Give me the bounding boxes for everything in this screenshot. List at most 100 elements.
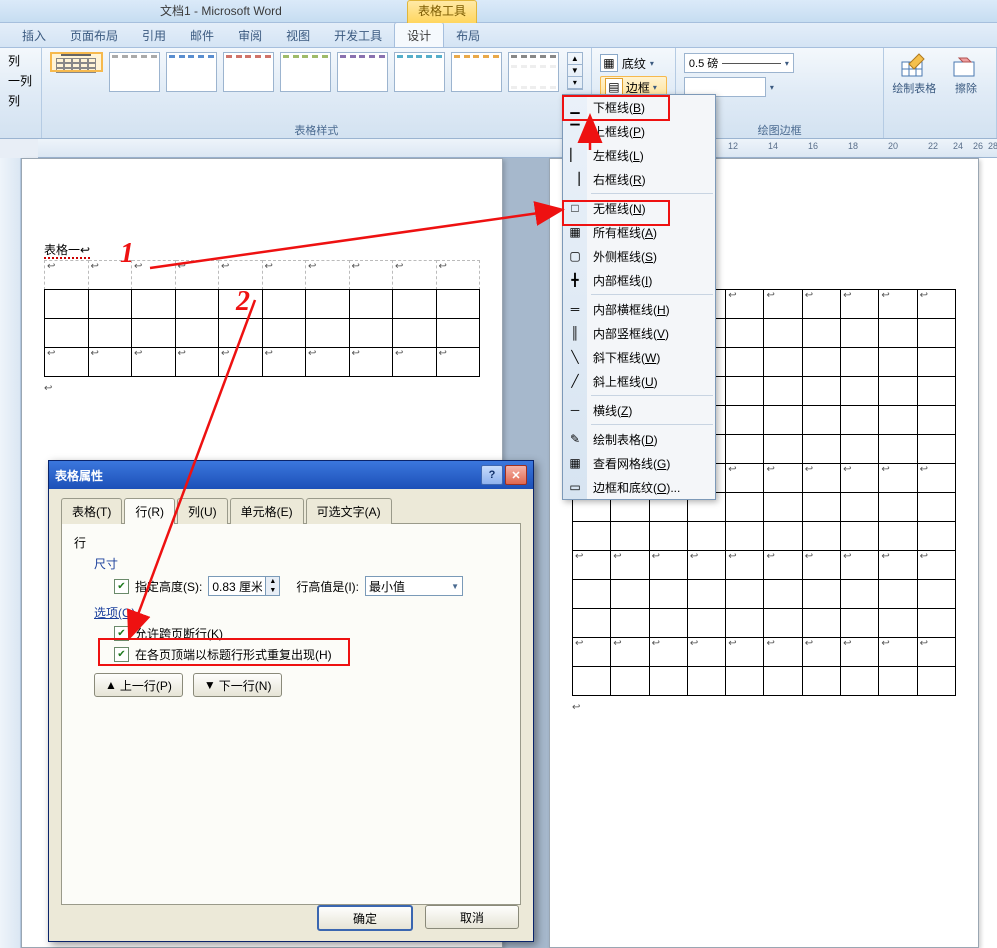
paragraph-mark: ↩ — [572, 702, 956, 713]
border-left-icon: ▏ — [567, 147, 583, 163]
height-is-label: 行高值是(I): — [296, 578, 359, 595]
ribbon-tab-strip: 插入 页面布局 引用 邮件 审阅 视图 开发工具 设计 布局 — [0, 23, 997, 48]
ribbon-tab-pagelayout[interactable]: 页面布局 — [58, 23, 130, 47]
shading-icon: ▦ — [600, 54, 618, 72]
border-top-icon: ▔ — [567, 123, 583, 139]
ok-button[interactable]: 确定 — [317, 905, 413, 931]
table-style-thumb[interactable] — [166, 52, 217, 92]
next-row-button[interactable]: ▼ 下一行(N) — [193, 673, 283, 697]
border-all-icon: ▦ — [567, 224, 583, 240]
ribbon-tab-developer[interactable]: 开发工具 — [322, 23, 394, 47]
border-right-icon: ▕ — [567, 171, 583, 187]
borders-menu-item-border-bottom[interactable]: ▁下框线(B) — [563, 95, 715, 119]
word-table[interactable]: ↩↩↩↩↩↩↩↩↩↩ — [44, 289, 480, 377]
table-style-thumb[interactable] — [508, 52, 559, 92]
table-style-thumb[interactable] — [394, 52, 445, 92]
table-caption[interactable]: 表格一↩ — [44, 239, 480, 260]
dialog-tab-cell[interactable]: 单元格(E) — [230, 498, 304, 524]
border-diag-up-icon: ╱ — [567, 373, 583, 389]
ribbon-tab-design[interactable]: 设计 — [394, 22, 444, 47]
borders-menu-item-border-top[interactable]: ▔上框线(P) — [563, 119, 715, 143]
spin-up-icon[interactable]: ▲ — [265, 577, 279, 586]
pencil-icon: ✎ — [567, 431, 583, 447]
borders-menu-item-hr[interactable]: ─横线(Z) — [563, 398, 715, 422]
shading-dropdown[interactable]: ▦ 底纹 ▾ — [600, 52, 667, 74]
borders-menu-item-dialog[interactable]: ▭边框和底纹(O)... — [563, 475, 715, 499]
specify-height-label: 指定高度(S): — [135, 578, 202, 595]
borders-menu-item-border-outside[interactable]: ▢外侧框线(S) — [563, 244, 715, 268]
spin-down-icon[interactable]: ▼ — [265, 586, 279, 595]
title-bar: 文档1 - Microsoft Word 表格工具 — [0, 0, 997, 23]
pencil-table-icon — [901, 52, 927, 78]
dialog-icon: ▭ — [567, 479, 583, 495]
dialog-title: 表格属性 — [55, 467, 103, 484]
cancel-button[interactable]: 取消 — [425, 905, 519, 929]
ribbon-tab-references[interactable]: 引用 — [130, 23, 178, 47]
repeat-header-label: 在各页顶端以标题行形式重复出现(H) — [135, 646, 332, 663]
rowcol-label[interactable]: 列 — [8, 92, 33, 109]
borders-menu-item-border-diag-up[interactable]: ╱斜上框线(U) — [563, 369, 715, 393]
vertical-ruler[interactable] — [0, 158, 21, 948]
grid-icon: ▦ — [567, 455, 583, 471]
table-style-thumb[interactable] — [50, 52, 103, 72]
prev-row-button[interactable]: ▲ 上一行(P) — [94, 673, 183, 697]
dialog-tab-row[interactable]: 行(R) — [124, 498, 175, 524]
border-bottom-icon: ▁ — [567, 99, 583, 115]
borders-menu-item-border-inside[interactable]: ╋内部框线(I) — [563, 268, 715, 292]
eraser-button[interactable]: 擦除 — [944, 52, 988, 96]
paragraph-mark: ↩ — [44, 383, 480, 394]
chevron-down-icon: ▾ — [785, 59, 789, 68]
dialog-close-button[interactable]: ✕ — [505, 465, 527, 485]
chevron-down-icon: ▾ — [770, 83, 774, 92]
dialog-tab-alttext[interactable]: 可选文字(A) — [306, 498, 392, 524]
allow-break-checkbox[interactable] — [114, 626, 129, 641]
eraser-icon — [953, 52, 979, 78]
borders-menu-item-border-inside-h[interactable]: ═内部横框线(H) — [563, 297, 715, 321]
hr-icon: ─ — [567, 402, 583, 418]
table-style-gallery[interactable]: ▲▼▾ — [50, 52, 583, 92]
table-style-thumb[interactable] — [223, 52, 274, 92]
chevron-down-icon: ▼ — [451, 582, 459, 591]
border-none-icon: □ — [567, 200, 583, 216]
ribbon-group-drawtable: 绘制表格 擦除 — [884, 48, 997, 138]
line-weight-selector[interactable]: 0.5 磅▾ — [684, 53, 794, 73]
ribbon-tab-layout[interactable]: 布局 — [444, 23, 492, 47]
table-style-thumb[interactable] — [109, 52, 160, 92]
ribbon-tab-insert[interactable]: 插入 — [10, 23, 58, 47]
horizontal-ruler[interactable]: 8 10 12 14 16 18 20 22 24 26 28 — [38, 139, 997, 158]
borders-menu-item-border-diag-down[interactable]: ╲斜下框线(W) — [563, 345, 715, 369]
table-style-thumb[interactable] — [337, 52, 388, 92]
gallery-more-button[interactable]: ▲▼▾ — [567, 52, 583, 90]
height-input[interactable]: ▲▼ — [208, 576, 280, 596]
borders-menu-item-border-all[interactable]: ▦所有框线(A) — [563, 220, 715, 244]
annotation-number: 1 — [120, 238, 134, 270]
ribbon-tab-review[interactable]: 审阅 — [226, 23, 274, 47]
specify-height-checkbox[interactable] — [114, 579, 129, 594]
borders-menu-item-border-right[interactable]: ▕右框线(R) — [563, 167, 715, 191]
borders-menu-item-border-inside-v[interactable]: ║内部竖框线(V) — [563, 321, 715, 345]
ribbon-tab-view[interactable]: 视图 — [274, 23, 322, 47]
rowcol-label[interactable]: 一列 — [8, 72, 33, 89]
word-table-header-row[interactable]: ↩↩↩↩↩↩↩↩↩↩ — [44, 260, 480, 290]
dialog-tab-column[interactable]: 列(U) — [177, 498, 228, 524]
borders-menu-item-border-left[interactable]: ▏左框线(L) — [563, 143, 715, 167]
table-style-thumb[interactable] — [451, 52, 502, 92]
dialog-help-button[interactable]: ? — [481, 465, 503, 485]
repeat-header-checkbox[interactable] — [114, 647, 129, 662]
size-label: 尺寸 — [94, 555, 508, 572]
border-inside-icon: ╋ — [567, 272, 583, 288]
table-style-thumb[interactable] — [280, 52, 331, 92]
borders-menu-item-border-none[interactable]: □无框线(N) — [563, 196, 715, 220]
draw-table-button[interactable]: 绘制表格 — [892, 52, 936, 96]
annotation-number: 2 — [236, 286, 250, 318]
borders-menu-item-grid[interactable]: ▦查看网格线(G) — [563, 451, 715, 475]
ribbon-tab-mailings[interactable]: 邮件 — [178, 23, 226, 47]
dialog-titlebar[interactable]: 表格属性 ? ✕ — [49, 461, 533, 489]
height-rule-select[interactable]: 最小值▼ — [365, 576, 463, 596]
ribbon: 列 一列 列 ▲▼▾ 表格样式 ▦ 底纹 ▾ — [0, 48, 997, 139]
border-outside-icon: ▢ — [567, 248, 583, 264]
borders-menu-item-pencil[interactable]: ✎绘制表格(D) — [563, 427, 715, 451]
dialog-tabs: 表格(T) 行(R) 列(U) 单元格(E) 可选文字(A) — [61, 497, 521, 524]
rowcol-label[interactable]: 列 — [8, 52, 33, 69]
dialog-tab-table[interactable]: 表格(T) — [61, 498, 122, 524]
